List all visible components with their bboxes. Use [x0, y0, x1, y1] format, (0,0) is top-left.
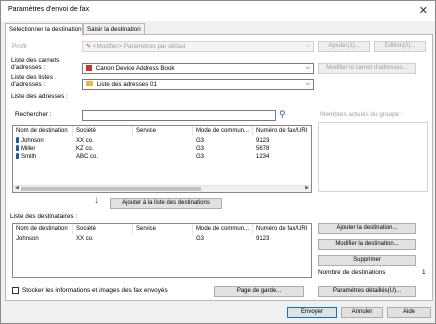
address-list-select[interactable]: Liste des adresses 01 ⌵	[82, 79, 314, 90]
person-icon	[16, 137, 19, 143]
column-header[interactable]: Service	[133, 224, 193, 234]
address-list-select-value: Liste des adresses 01	[96, 81, 157, 88]
row-company: XX co.	[76, 236, 94, 242]
address-book-icon	[86, 65, 92, 71]
group-members-list	[318, 122, 428, 192]
horizontal-scrollbar[interactable]: ◀ ▶	[13, 185, 311, 192]
column-header[interactable]: Numéro de fax/URI	[253, 126, 311, 136]
cancel-button[interactable]: Annuler	[341, 307, 383, 318]
chevron-down-icon: ⌵	[305, 81, 310, 87]
cover-page-button[interactable]: Page de garde...	[214, 286, 304, 297]
search-input[interactable]	[82, 110, 276, 121]
table-row[interactable]: Smith ABC co. G3 1234	[13, 153, 311, 161]
row-number: 9123	[256, 236, 270, 242]
profile-edit-button[interactable]: Édition(2)...	[374, 41, 426, 52]
addresses-label: Liste des adresses :	[11, 93, 68, 100]
tab-select-destination[interactable]: Sélectionner la destination	[5, 23, 83, 36]
column-header[interactable]: Mode de commun...	[193, 126, 253, 136]
tab-panel: Profil ✎ <Modifier> Paramètres par défau…	[5, 34, 433, 301]
row-name: Smith	[21, 154, 37, 160]
scroll-right-icon[interactable]: ▶	[305, 185, 309, 191]
table-row[interactable]: Johnson XX co. G3 9123	[13, 137, 311, 145]
title-bar: Paramètres d'envoi de fax ✕	[1, 1, 435, 21]
search-label: Rechercher :	[15, 111, 52, 118]
table-row[interactable]: Johnson XX co. G3 9123	[13, 235, 311, 243]
send-button[interactable]: Envoyer	[287, 307, 337, 318]
add-destination-button[interactable]: Ajouter la destination...	[318, 223, 416, 234]
search-icon[interactable]: ⚲	[279, 109, 286, 120]
column-header[interactable]: Service	[133, 126, 193, 136]
address-table[interactable]: Nom de destination Société Service Mode …	[12, 125, 312, 193]
recipients-table[interactable]: Nom de destination Société Service Mode …	[12, 223, 312, 278]
add-to-destination-list-button[interactable]: Ajouter à la liste des destinations	[110, 198, 222, 209]
profile-add-button[interactable]: Ajouter(1)...	[318, 41, 370, 52]
person-icon	[16, 145, 19, 151]
address-book-label: Liste des carnets d'adresses :	[11, 57, 60, 71]
person-icon	[16, 153, 19, 159]
delete-button[interactable]: Supprimer	[318, 255, 416, 266]
window-title: Paramètres d'envoi de fax	[8, 6, 90, 13]
profile-select-value: <Modifier> Paramètres par défaut	[92, 43, 186, 50]
row-mode: G3	[196, 138, 205, 144]
row-name: Johnson	[16, 236, 39, 242]
column-header[interactable]: Numéro de fax/URI	[253, 224, 311, 234]
address-book-select-value: Canon Device Address Book	[95, 65, 175, 72]
group-members-label: Membres actuels du groupe :	[320, 111, 403, 118]
row-number: 5678	[256, 146, 270, 152]
scrollbar-thumb[interactable]	[21, 187, 201, 191]
column-header[interactable]: Nom de destination	[13, 126, 73, 136]
fax-settings-dialog: Paramètres d'envoi de fax ✕ Sélectionner…	[0, 0, 436, 324]
row-number: 9123	[256, 138, 270, 144]
help-button[interactable]: Aide	[387, 307, 431, 318]
chevron-down-icon: ⌵	[305, 43, 310, 49]
column-header[interactable]: Société	[73, 224, 133, 234]
destination-count-value: 1	[422, 269, 426, 276]
row-number: 1234	[256, 154, 270, 160]
pencil-icon: ✎	[86, 43, 92, 50]
column-header[interactable]: Mode de commun...	[193, 224, 253, 234]
row-company: XX co.	[76, 138, 94, 144]
row-company: KZ co.	[76, 146, 94, 152]
arrow-down-icon: ↓	[94, 195, 99, 206]
store-fax-label: Stocker les informations et images des f…	[22, 287, 168, 294]
column-header[interactable]: Société	[73, 126, 133, 136]
scroll-left-icon[interactable]: ◀	[15, 185, 19, 191]
row-name: Johnson	[21, 138, 44, 144]
destination-count-label: Nombre de destinations	[318, 269, 386, 276]
address-book-select[interactable]: Canon Device Address Book ⌵	[82, 63, 314, 74]
profile-select[interactable]: ✎ <Modifier> Paramètres par défaut ⌵	[82, 41, 314, 52]
row-company: ABC co.	[76, 154, 99, 160]
row-mode: G3	[196, 154, 205, 160]
folder-icon	[86, 81, 93, 86]
chevron-down-icon: ⌵	[305, 65, 310, 71]
row-mode: G3	[196, 236, 205, 242]
table-row[interactable]: Miller KZ co. G3 5678	[13, 145, 311, 153]
column-header[interactable]: Nom de destination	[13, 224, 73, 234]
address-lists-label: Liste des listes d'adresses :	[11, 74, 53, 88]
profile-label: Profil	[12, 43, 27, 50]
row-mode: G3	[196, 146, 205, 152]
store-fax-checkbox[interactable]	[12, 287, 19, 294]
modify-address-book-button[interactable]: Modifier le carnet d'adresses...	[318, 63, 416, 74]
modify-destination-button[interactable]: Modifier la destination...	[318, 239, 416, 250]
detailed-settings-button[interactable]: Paramètres détaillés(U)...	[318, 286, 416, 297]
close-icon[interactable]: ✕	[419, 4, 428, 17]
recipients-label: Liste des destinataires :	[10, 213, 78, 220]
row-name: Miller	[21, 146, 36, 152]
